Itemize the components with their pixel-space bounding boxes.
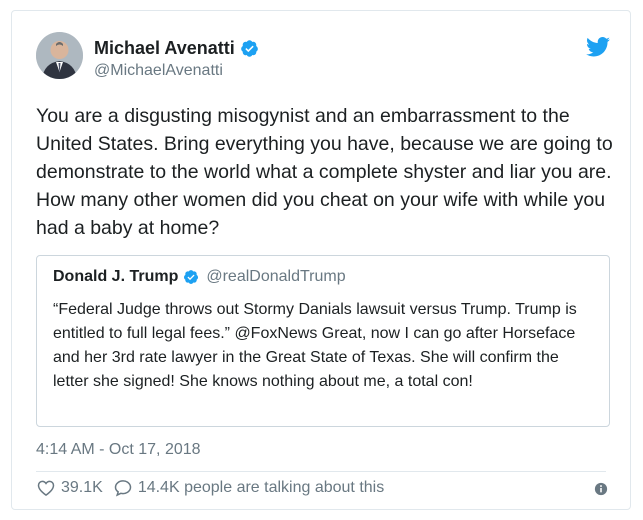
tweet-card: Michael Avenatti @MichaelAvenatti You ar… bbox=[11, 10, 631, 510]
tweet-timestamp[interactable]: 4:14 AM - Oct 17, 2018 bbox=[36, 441, 201, 459]
quoted-tweet-text: “Federal Judge throws out Stormy Danials… bbox=[53, 301, 577, 390]
tweet-text: You are a disgusting misogynist and an e… bbox=[36, 105, 613, 239]
author-name[interactable]: Michael Avenatti bbox=[94, 38, 235, 59]
info-icon[interactable] bbox=[594, 482, 608, 496]
verified-badge-icon bbox=[184, 270, 199, 284]
quoted-tweet[interactable]: Donald J. Trump @realDonaldTrump “Federa… bbox=[36, 255, 610, 427]
avatar[interactable] bbox=[36, 32, 83, 79]
conversation-button[interactable]: 14.4K people are talking about this bbox=[113, 478, 384, 498]
engagement-bar: 39.1K 14.4K people are talking about thi… bbox=[36, 478, 384, 498]
author-name-row: Michael Avenatti bbox=[94, 38, 259, 59]
heart-icon bbox=[37, 480, 55, 496]
twitter-bird-icon[interactable] bbox=[586, 37, 610, 57]
quoted-tweet-header: Donald J. Trump @realDonaldTrump bbox=[53, 268, 346, 286]
like-button[interactable]: 39.1K bbox=[36, 478, 103, 498]
quoted-author-name: Donald J. Trump bbox=[53, 268, 179, 285]
comment-bubble-icon bbox=[114, 480, 132, 497]
quoted-author-handle: @realDonaldTrump bbox=[206, 268, 346, 285]
verified-badge-icon bbox=[240, 40, 258, 57]
talking-count: 14.4K people are talking about this bbox=[137, 479, 385, 496]
author-handle[interactable]: @MichaelAvenatti bbox=[94, 62, 223, 80]
divider bbox=[36, 471, 606, 472]
like-count: 39.1K bbox=[61, 479, 103, 496]
